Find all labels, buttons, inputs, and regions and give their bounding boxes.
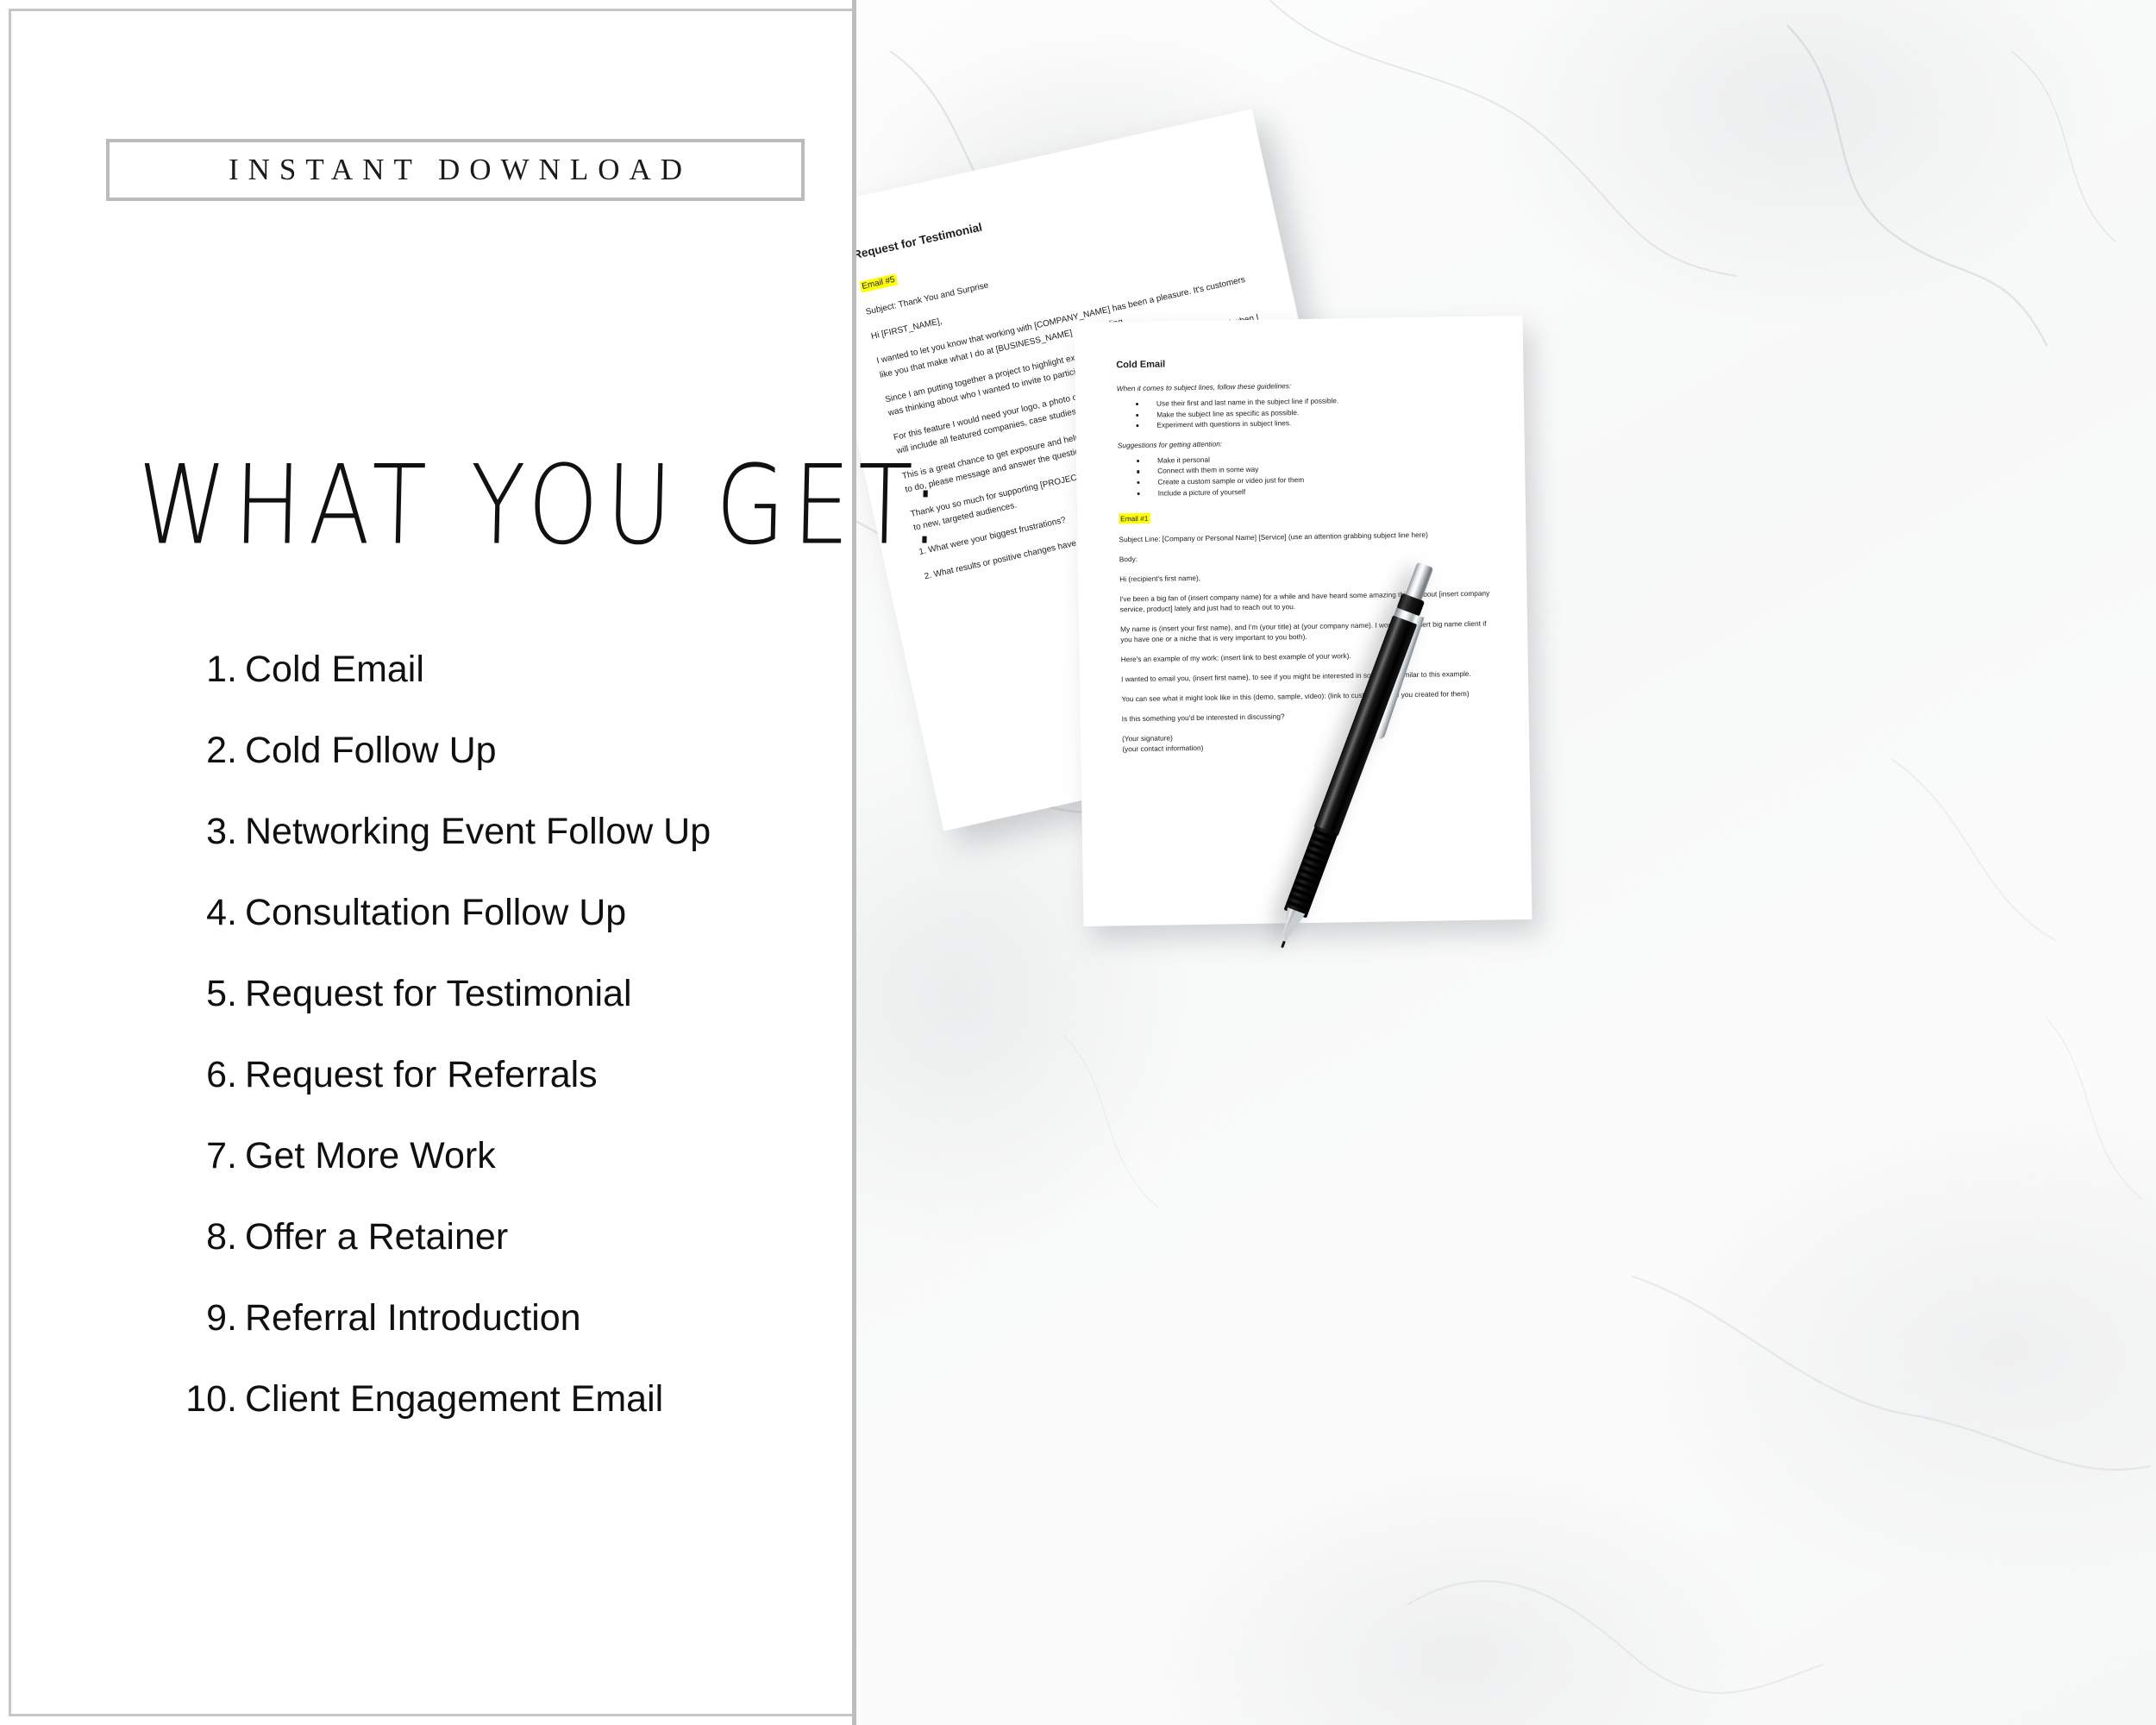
list-item: 7. Get More Work — [184, 1138, 822, 1175]
left-info-panel: INSTANT DOWNLOAD WHAT YOU GET: 1. Cold E… — [9, 9, 950, 1716]
document-front-paragraph: Here's an example of my work: (insert li… — [1120, 651, 1351, 664]
list-item-label: Get More Work — [245, 1135, 496, 1176]
list-item: 8. Offer a Retainer — [184, 1219, 822, 1256]
list-item: 1. Cold Email — [184, 651, 822, 688]
page-title: WHAT YOU GET: — [135, 441, 950, 569]
list-item-label: Client Engagement Email — [245, 1378, 664, 1420]
list-item-label: Referral Introduction — [245, 1297, 581, 1339]
list-item: 4. Consultation Follow Up — [184, 894, 822, 932]
instant-download-label: INSTANT DOWNLOAD — [228, 153, 693, 186]
document-front-title: Cold Email — [1116, 359, 1166, 371]
list-item: 2. Cold Follow Up — [184, 732, 822, 769]
list-item-label: Request for Referrals — [245, 1054, 598, 1095]
marble-scene: Request for Testimonial Email #5 Subject… — [856, 0, 2156, 1725]
list-item-number: 8. — [206, 1216, 237, 1258]
document-front-paragraph: You can see what it might look like in t… — [1121, 689, 1470, 704]
what-you-get-list: 1. Cold Email 2. Cold Follow Up 3. Netwo… — [184, 651, 822, 1462]
list-item: 5. Request for Testimonial — [184, 975, 822, 1013]
list-item-number: 5. — [206, 973, 237, 1014]
list-item-number: 3. — [206, 811, 237, 852]
list-item-label: Cold Email — [245, 649, 424, 690]
document-front-body-label: Body: — [1119, 555, 1138, 564]
document-front-suggestions-heading: Suggestions for getting attention: — [1117, 439, 1223, 450]
document-front-guidelines-list: Use their first and last name in the sub… — [1117, 393, 1494, 432]
list-item: 3. Networking Event Follow Up — [184, 813, 822, 850]
document-front-content: Cold Email When it comes to subject line… — [1116, 354, 1498, 755]
list-item-label: Cold Follow Up — [245, 730, 497, 771]
list-item-label: Request for Testimonial — [245, 973, 632, 1014]
list-item-number: 1. — [206, 649, 237, 690]
document-front-paragraph: My name is (insert your first name), and… — [1120, 619, 1487, 644]
list-item-label: Offer a Retainer — [245, 1216, 509, 1258]
document-front-suggestions-list: Make it personal Connect with them in so… — [1118, 449, 1495, 499]
document-cold-email[interactable]: Cold Email When it comes to subject line… — [1074, 315, 1532, 927]
list-item-number: 2. — [206, 730, 237, 771]
list-item-number: 7. — [206, 1135, 237, 1176]
list-item-number: 10. — [185, 1378, 237, 1420]
document-front-email-tag: Email #1 — [1119, 513, 1150, 524]
list-item: 9. Referral Introduction — [184, 1300, 822, 1337]
list-item: 6. Request for Referrals — [184, 1057, 822, 1094]
document-back-email-tag: Email #5 — [859, 273, 898, 293]
document-front-paragraph: I've been a big fan of (insert company n… — [1119, 588, 1490, 614]
document-front-intro: When it comes to subject lines, follow t… — [1116, 381, 1292, 393]
document-front-subject-line: Subject Line: [Company or Personal Name]… — [1119, 530, 1428, 544]
list-item-label: Networking Event Follow Up — [245, 811, 711, 852]
panel-divider — [852, 0, 856, 1725]
list-item-number: 9. — [206, 1297, 237, 1339]
list-item-number: 6. — [206, 1054, 237, 1095]
list-item-number: 4. — [206, 892, 237, 933]
mockup-canvas: Request for Testimonial Email #5 Subject… — [0, 0, 2156, 1725]
document-front-paragraph: I wanted to email you, (insert first nam… — [1120, 669, 1471, 684]
document-front-paragraph: Is this something you'd be interested in… — [1121, 712, 1285, 724]
list-item-label: Consultation Follow Up — [245, 892, 627, 933]
list-item: 10. Client Engagement Email — [160, 1381, 822, 1418]
instant-download-badge: INSTANT DOWNLOAD — [106, 139, 805, 201]
